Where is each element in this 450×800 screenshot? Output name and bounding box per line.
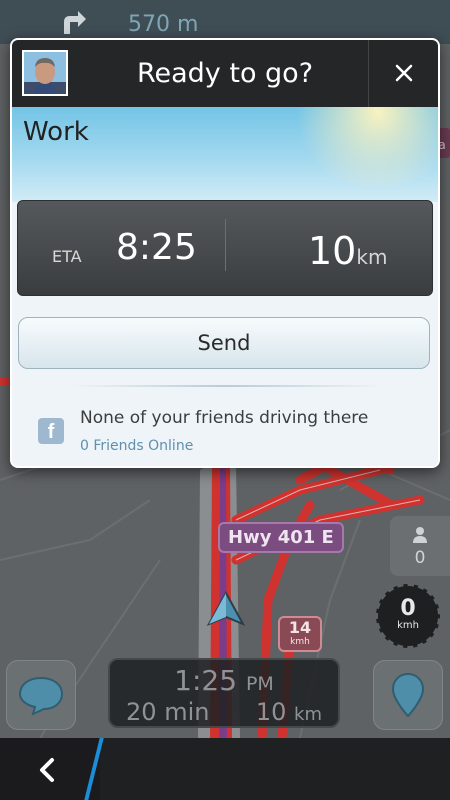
arrival-time-ampm: PM xyxy=(245,673,274,695)
person-icon xyxy=(413,527,427,543)
speed-report-value: 14 xyxy=(288,618,312,637)
remaining-distance-unit: km xyxy=(294,704,322,725)
eta-card: ETA 8:25 10km xyxy=(17,200,433,296)
back-icon xyxy=(40,758,54,782)
ready-to-go-dialog: Ready to go? Work ETA 8:25 10km Send f N… xyxy=(10,38,440,468)
speed-report-unit: kmh xyxy=(290,637,310,647)
speed-unit: kmh xyxy=(397,620,419,631)
arrival-time: 1:25 PM xyxy=(110,664,338,697)
section-divider xyxy=(72,385,382,387)
dialog-title: Ready to go? xyxy=(136,58,314,89)
arrival-time-value: 1:25 xyxy=(174,664,238,697)
send-button[interactable]: Send xyxy=(18,317,430,369)
eta-time: 8:25 xyxy=(116,227,197,268)
remaining-time-unit: min xyxy=(164,698,210,726)
navigation-arrow-icon xyxy=(206,590,246,627)
remaining-info: 20 min 10 km xyxy=(126,698,322,726)
street-name-label: Hwy 401 E xyxy=(218,522,344,553)
close-icon xyxy=(395,64,413,82)
next-turn-distance: 570 m xyxy=(128,12,199,37)
avatar-image xyxy=(24,52,66,94)
nearby-users-button[interactable]: 0 xyxy=(390,516,450,576)
trip-distance: 10km xyxy=(308,229,387,273)
report-button[interactable] xyxy=(6,660,76,730)
location-pin-icon xyxy=(391,672,425,718)
trip-distance-value: 10 xyxy=(308,229,357,273)
chat-bubble-icon xyxy=(18,676,64,716)
destination-banner: Work xyxy=(12,107,438,202)
app-screen: 570 m a Hwy 401 E 0 0 kmh 14 kmh 1:25 PM… xyxy=(0,0,450,800)
speedometer: 0 kmh xyxy=(376,584,440,648)
speed-report-marker[interactable]: 14 kmh xyxy=(278,616,322,652)
close-button[interactable] xyxy=(368,40,438,107)
navigate-button[interactable] xyxy=(373,660,443,730)
system-bottom-bar xyxy=(0,738,450,800)
remaining-distance-value: 10 xyxy=(255,698,287,726)
friends-online-link[interactable]: 0 Friends Online xyxy=(80,438,193,454)
remaining-distance: 10 km xyxy=(256,698,322,726)
user-avatar[interactable] xyxy=(22,50,68,96)
back-button[interactable] xyxy=(0,738,100,800)
turn-arrow-icon xyxy=(64,11,86,34)
speed-value: 0 xyxy=(400,596,416,621)
trip-eta-panel[interactable]: 1:25 PM 20 min 10 km xyxy=(108,658,340,728)
destination-name: Work xyxy=(23,117,89,147)
trip-distance-unit: km xyxy=(356,245,388,269)
eta-label: ETA xyxy=(52,247,82,266)
friends-message: None of your friends driving there xyxy=(80,408,369,428)
sky-sun-decoration xyxy=(288,107,438,187)
dialog-header: Ready to go? xyxy=(12,40,438,107)
remaining-time-value: 20 xyxy=(126,698,157,726)
eta-divider xyxy=(225,219,226,271)
facebook-icon: f xyxy=(38,418,64,444)
nearby-users-count: 0 xyxy=(414,548,426,568)
remaining-time: 20 min xyxy=(126,698,209,726)
